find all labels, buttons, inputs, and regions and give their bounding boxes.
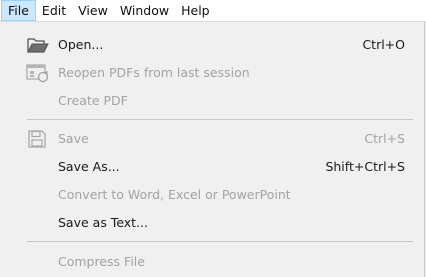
menu-item-compress-file[interactable]: Compress File xyxy=(0,248,424,275)
menu-item-label: Save xyxy=(58,131,89,146)
menu-item-label: Create PDF xyxy=(58,93,128,108)
menu-help[interactable]: Help xyxy=(175,0,216,21)
menu-edit[interactable]: Edit xyxy=(36,0,72,21)
open-folder-icon xyxy=(26,35,50,55)
menu-separator xyxy=(27,241,413,242)
reopen-session-icon xyxy=(26,63,50,83)
menu-item-label: Save As... xyxy=(58,159,120,174)
menu-item-label: Compress File xyxy=(58,254,145,269)
menu-item-label: Open... xyxy=(58,37,104,52)
menu-item-save-as-text[interactable]: Save as Text... xyxy=(0,209,424,236)
menu-item-save-as[interactable]: Save As... Shift+Ctrl+S xyxy=(0,153,424,180)
menu-item-label: Reopen PDFs from last session xyxy=(58,65,250,80)
menu-item-label: Convert to Word, Excel or PowerPoint xyxy=(58,187,291,202)
save-disk-icon xyxy=(26,129,50,149)
menu-item-open[interactable]: Open... Ctrl+O xyxy=(0,31,424,58)
file-menu-dropdown: Open... Ctrl+O Reopen PDFs from last ses… xyxy=(0,22,425,277)
shortcut-label: Ctrl+S xyxy=(364,131,405,146)
menu-item-convert[interactable]: Convert to Word, Excel or PowerPoint xyxy=(0,181,424,208)
menu-item-save[interactable]: Save Ctrl+S xyxy=(0,125,424,152)
menu-item-reopen-pdfs[interactable]: Reopen PDFs from last session xyxy=(0,59,424,86)
menu-separator xyxy=(27,119,413,120)
menu-view[interactable]: View xyxy=(72,0,114,21)
menu-item-create-pdf[interactable]: Create PDF xyxy=(0,87,424,114)
menu-bar: File Edit View Window Help xyxy=(0,0,426,22)
menu-file[interactable]: File xyxy=(1,0,36,21)
menu-window[interactable]: Window xyxy=(114,0,175,21)
shortcut-label: Shift+Ctrl+S xyxy=(325,159,405,174)
menu-item-label: Save as Text... xyxy=(58,215,149,230)
shortcut-label: Ctrl+O xyxy=(362,37,405,52)
